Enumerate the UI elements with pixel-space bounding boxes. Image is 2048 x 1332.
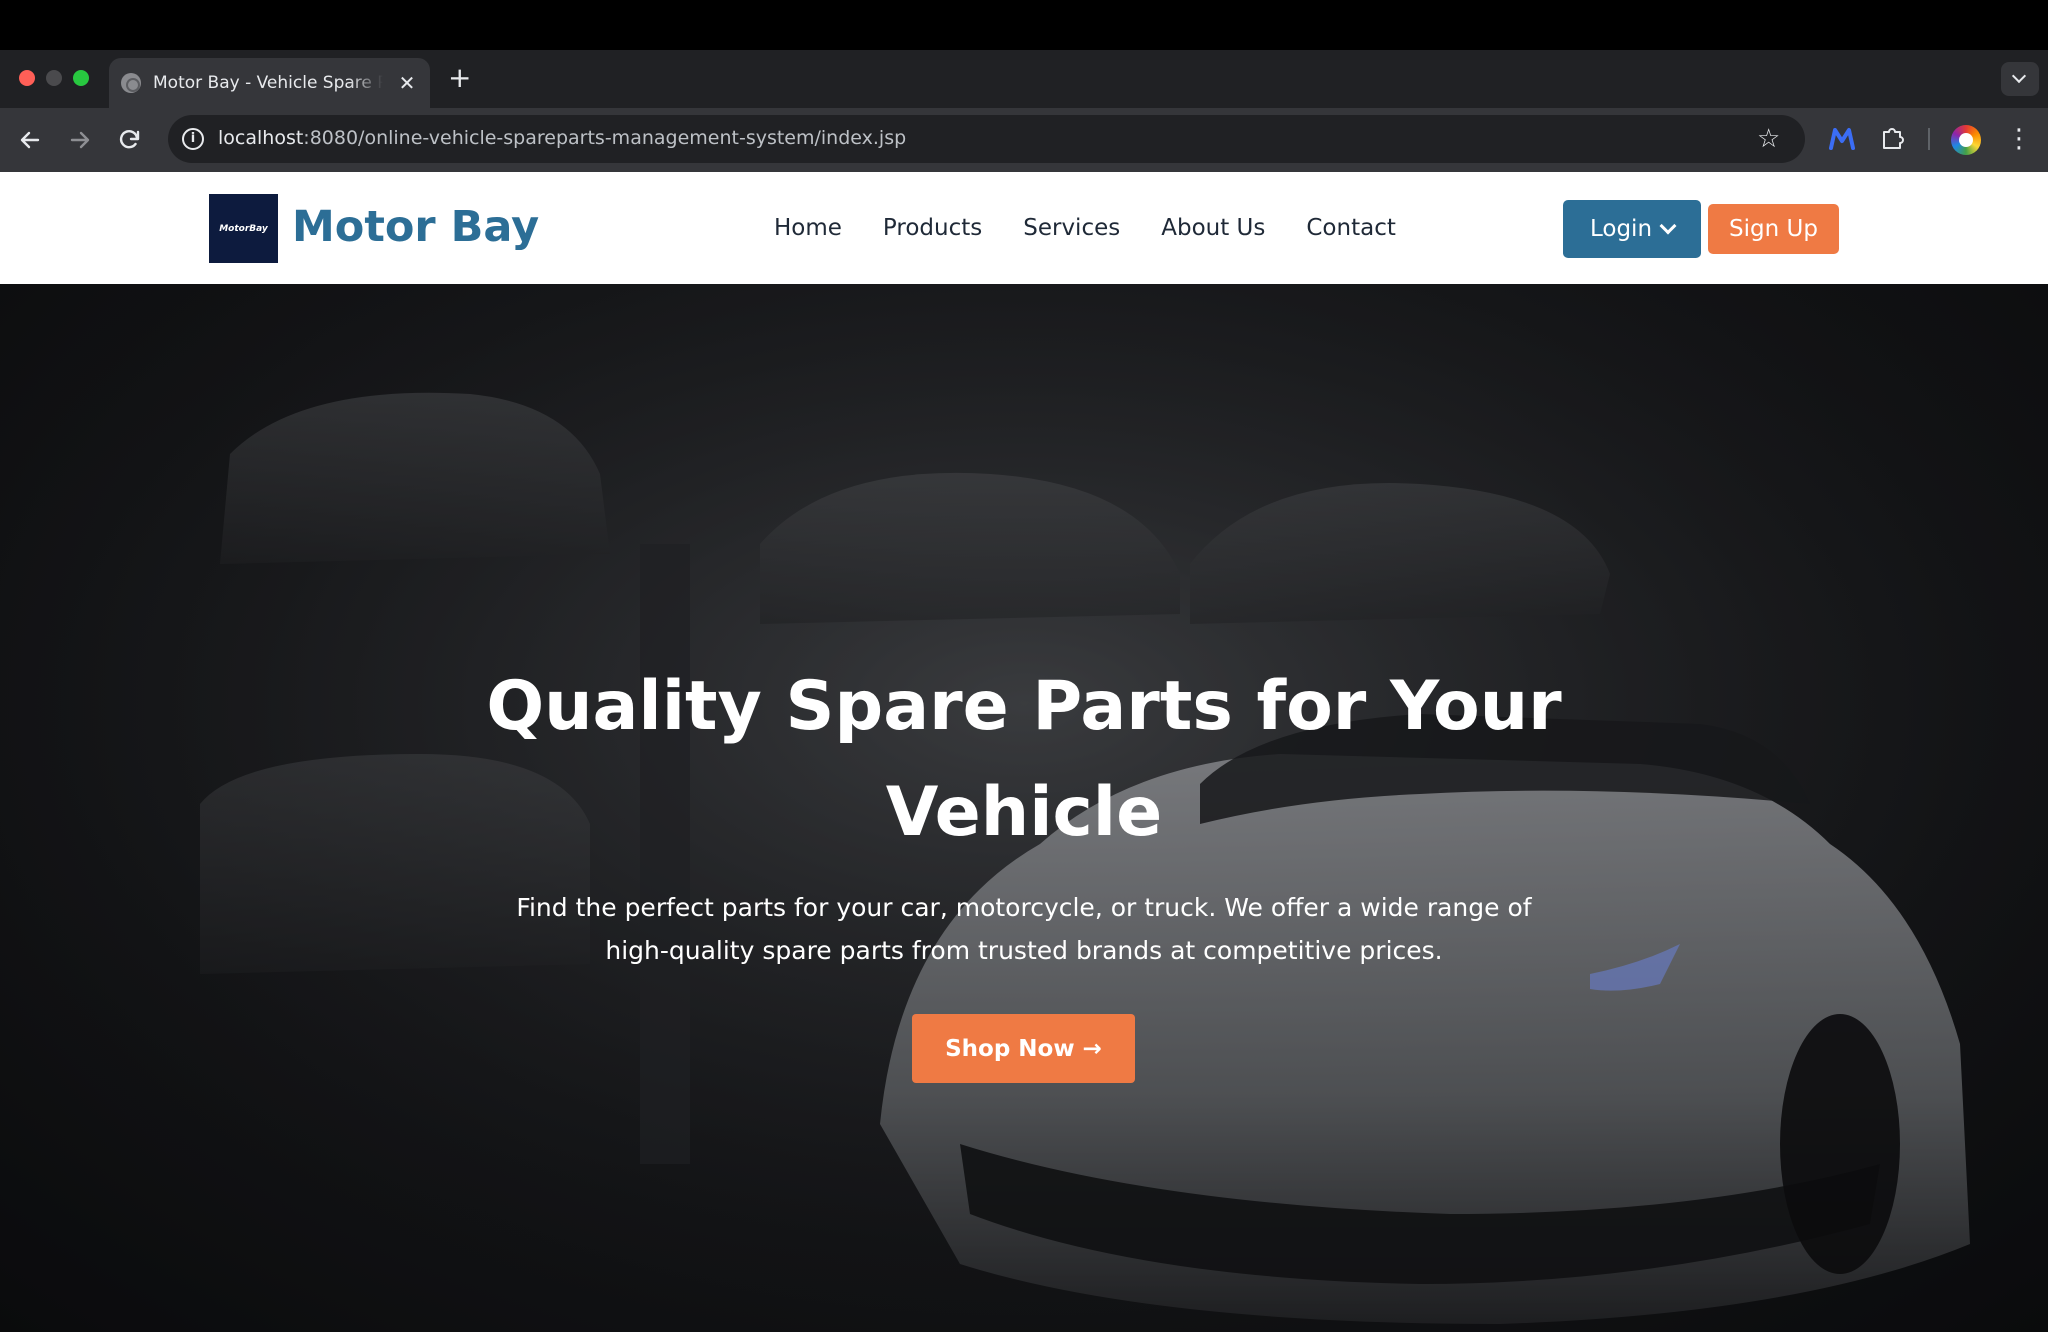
arrow-right-icon — [70, 131, 90, 149]
nav-link-home[interactable]: Home — [774, 215, 842, 241]
extension-m-icon[interactable] — [1828, 126, 1856, 152]
url-path: :8080/online-vehicle-spareparts-manageme… — [303, 127, 907, 149]
minimize-window-button[interactable] — [46, 70, 62, 86]
site-logo[interactable]: MotorBay — [209, 194, 278, 263]
reload-icon — [119, 130, 140, 149]
kebab-icon[interactable]: ⋮ — [2006, 124, 2032, 154]
signup-button[interactable]: Sign Up — [1708, 204, 1839, 254]
puzzle-icon[interactable] — [1880, 124, 1906, 150]
brand-name[interactable]: Motor Bay — [292, 202, 539, 252]
hero-subtitle: Find the perfect parts for your car, mot… — [516, 893, 1532, 965]
close-window-button[interactable] — [19, 70, 35, 86]
maximize-window-button[interactable] — [73, 70, 89, 86]
main-nav: Home Products Services About Us Contact — [774, 215, 1396, 241]
star-icon[interactable]: ☆ — [1757, 124, 1780, 154]
tab-title: Motor Bay - Vehicle Spare Parts — [153, 73, 383, 93]
info-icon[interactable]: i — [182, 128, 204, 150]
web-page: MotorBay Motor Bay Home Products Service… — [0, 172, 2048, 1332]
address-bar[interactable]: i localhost:8080/online-vehicle-sparepar… — [168, 115, 1805, 163]
nav-link-contact[interactable]: Contact — [1306, 215, 1395, 241]
forward-button[interactable] — [64, 124, 96, 156]
arrow-left-icon — [20, 131, 40, 149]
close-tab-icon[interactable]: ✕ — [396, 72, 418, 94]
nav-link-products[interactable]: Products — [883, 215, 982, 241]
reload-button[interactable] — [114, 124, 146, 156]
globe-icon — [121, 73, 141, 93]
screen-top-bar — [0, 0, 2048, 50]
nav-link-about[interactable]: About Us — [1161, 215, 1265, 241]
logo-text: MotorBay — [219, 223, 268, 234]
login-button[interactable]: Login — [1563, 200, 1701, 258]
shop-now-button[interactable]: Shop Now → — [912, 1014, 1135, 1083]
shop-now-label: Shop Now — [945, 1035, 1075, 1062]
tab-search-button[interactable] — [2001, 62, 2039, 96]
login-label: Login — [1589, 216, 1653, 242]
new-tab-button[interactable]: + — [448, 64, 471, 92]
toolbar-divider — [1928, 128, 1930, 150]
chevron-down-icon — [1659, 217, 1677, 235]
url-text[interactable]: localhost:8080/online-vehicle-spareparts… — [218, 127, 906, 149]
back-button[interactable] — [14, 124, 46, 156]
arrow-right-icon: → — [1082, 1035, 1102, 1062]
url-host: localhost — [218, 127, 304, 149]
site-header: MotorBay Motor Bay Home Products Service… — [0, 172, 2048, 284]
browser-tab-active[interactable]: Motor Bay - Vehicle Spare Parts ✕ — [109, 58, 430, 108]
hero-section: Quality Spare Parts for Your Vehicle Fin… — [0, 284, 2048, 1332]
chevron-down-icon — [2011, 68, 2027, 84]
nav-link-services[interactable]: Services — [1023, 215, 1120, 241]
signup-label: Sign Up — [1729, 216, 1818, 242]
hero-title: Quality Spare Parts for Your Vehicle — [486, 667, 1562, 852]
profile-avatar[interactable] — [1951, 125, 1981, 155]
